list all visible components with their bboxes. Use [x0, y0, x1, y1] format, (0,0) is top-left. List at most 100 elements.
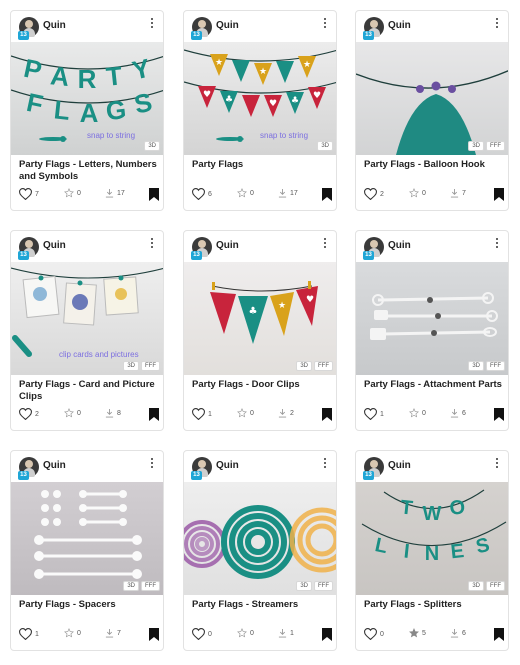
model-card[interactable]: 13 Quin 3D FFF clip cards and pictures Pa…: [10, 230, 164, 431]
svg-text:★: ★: [278, 301, 286, 311]
rating[interactable]: 0: [237, 188, 254, 198]
author-avatar[interactable]: 13: [18, 237, 39, 260]
rating[interactable]: 0: [64, 628, 81, 638]
format-badge: 3D: [296, 361, 312, 371]
thumbnail-caption: clip cards and pictures: [59, 350, 139, 359]
bookmark-icon[interactable]: [322, 628, 332, 641]
more-vertical-icon[interactable]: [492, 16, 502, 32]
like-button[interactable]: 0: [192, 628, 212, 640]
star-icon: [409, 188, 419, 198]
author-name[interactable]: Quin: [388, 20, 411, 31]
model-card[interactable]: 13 Quin TWOLINES 3D FFF Party Flags - Spl…: [355, 450, 509, 651]
bookmark-icon[interactable]: [322, 408, 332, 421]
author-name[interactable]: Quin: [388, 240, 411, 251]
model-title[interactable]: Party Flags - Door Clips: [192, 379, 332, 391]
like-button[interactable]: 2: [19, 408, 39, 420]
author-name[interactable]: Quin: [216, 20, 239, 31]
model-title[interactable]: Party Flags - Spacers: [19, 599, 159, 611]
heart-outline-icon: [192, 628, 205, 640]
author-avatar[interactable]: 13: [363, 17, 384, 40]
flag-letter: G: [104, 94, 127, 126]
model-card[interactable]: 13 Quin PARTYFLAGS 3D snap to string Par…: [10, 10, 164, 211]
author-avatar[interactable]: 13: [363, 237, 384, 260]
more-vertical-icon[interactable]: [147, 16, 157, 32]
heart-outline-icon: [19, 408, 32, 420]
author-name[interactable]: Quin: [43, 460, 66, 471]
more-vertical-icon[interactable]: [320, 456, 330, 472]
like-button[interactable]: 7: [19, 188, 39, 200]
model-title[interactable]: Party Flags - Attachment Parts: [364, 379, 504, 391]
like-button[interactable]: 1: [364, 408, 384, 420]
more-vertical-icon[interactable]: [147, 236, 157, 252]
rating[interactable]: 0: [237, 408, 254, 418]
card-stats: 2 0 8: [19, 408, 159, 422]
author-avatar[interactable]: 13: [18, 457, 39, 480]
author-avatar[interactable]: 13: [191, 17, 212, 40]
more-vertical-icon[interactable]: [147, 456, 157, 472]
rating[interactable]: 0: [409, 408, 426, 418]
author-avatar[interactable]: 13: [191, 237, 212, 260]
download-stat: 1: [278, 628, 294, 638]
download-stat: 6: [450, 408, 466, 418]
model-title[interactable]: Party Flags - Letters, Numbers and Symbo…: [19, 159, 159, 183]
rating[interactable]: 5: [409, 628, 426, 638]
model-thumbnail[interactable]: TWOLINES 3D FFF: [356, 482, 508, 595]
more-vertical-icon[interactable]: [492, 456, 502, 472]
author-name[interactable]: Quin: [216, 460, 239, 471]
model-thumbnail[interactable]: 3D FFF clip cards and pictures: [11, 262, 163, 375]
format-badge: FFF: [486, 581, 505, 591]
format-badge: 3D: [317, 141, 333, 151]
model-title[interactable]: Party Flags - Streamers: [192, 599, 332, 611]
like-button[interactable]: 0: [364, 628, 384, 640]
bookmark-icon[interactable]: [494, 188, 504, 201]
heart-outline-icon: [364, 628, 377, 640]
bookmark-icon[interactable]: [149, 408, 159, 421]
bookmark-icon[interactable]: [322, 188, 332, 201]
more-vertical-icon[interactable]: [492, 236, 502, 252]
model-card[interactable]: 13 Quin 3D FFF Party Flags - Balloon Hook…: [355, 10, 509, 211]
author-name[interactable]: Quin: [43, 20, 66, 31]
rating[interactable]: 0: [409, 188, 426, 198]
svg-text:♣: ♣: [225, 95, 233, 105]
author-avatar[interactable]: 13: [18, 17, 39, 40]
model-card[interactable]: 13 Quin 3D FFF Party Flags - Attachment P…: [355, 230, 509, 431]
model-thumbnail[interactable]: 3D FFF: [11, 482, 163, 595]
model-card[interactable]: 13 Quin 3D FFF Party Flags - Streamers 0 …: [183, 450, 337, 651]
rating[interactable]: 0: [64, 408, 81, 418]
model-thumbnail[interactable]: PARTYFLAGS 3D snap to string: [11, 42, 163, 155]
bookmark-icon[interactable]: [494, 408, 504, 421]
rating[interactable]: 0: [64, 188, 81, 198]
star-icon: [409, 408, 419, 418]
model-thumbnail[interactable]: ♣ ★ ♥ 3D FFF: [184, 262, 336, 375]
like-count: 2: [380, 190, 384, 198]
bookmark-icon[interactable]: [149, 628, 159, 641]
like-button[interactable]: 6: [192, 188, 212, 200]
like-button[interactable]: 2: [364, 188, 384, 200]
model-thumbnail[interactable]: ★ ★ ★ ♥ ♣ ♥ ♣ ♥ 3D snap to string: [184, 42, 336, 155]
like-button[interactable]: 1: [192, 408, 212, 420]
author-avatar[interactable]: 13: [191, 457, 212, 480]
author-name[interactable]: Quin: [43, 240, 66, 251]
author-name[interactable]: Quin: [216, 240, 239, 251]
model-title[interactable]: Party Flags - Card and Picture Clips: [19, 379, 159, 403]
thumbnail-image: [356, 262, 508, 375]
download-count: 6: [462, 409, 466, 417]
model-title[interactable]: Party Flags - Balloon Hook: [364, 159, 504, 171]
bookmark-icon[interactable]: [149, 188, 159, 201]
like-button[interactable]: 1: [19, 628, 39, 640]
rating[interactable]: 0: [237, 628, 254, 638]
model-thumbnail[interactable]: 3D FFF: [184, 482, 336, 595]
model-title[interactable]: Party Flags - Splitters: [364, 599, 504, 611]
model-card[interactable]: 13 Quin 3DFFF Party Flags - Spacers 1 0: [10, 450, 164, 651]
author-name[interactable]: Quin: [388, 460, 411, 471]
format-badges: 3D: [317, 141, 333, 151]
model-thumbnail[interactable]: 3D FFF: [356, 42, 508, 155]
bookmark-icon[interactable]: [494, 628, 504, 641]
more-vertical-icon[interactable]: [320, 16, 330, 32]
model-card[interactable]: 13 Quin ★ ★ ★ ♥ ♣ ♥ ♣ ♥ 3D snap to string Party…: [183, 10, 337, 211]
more-vertical-icon[interactable]: [320, 236, 330, 252]
author-avatar[interactable]: 13: [363, 457, 384, 480]
model-card[interactable]: 13 Quin ♣ ★ ♥ 3D FFF Party Flags - Door Cli…: [183, 230, 337, 431]
model-thumbnail[interactable]: 3D FFF: [356, 262, 508, 375]
model-title[interactable]: Party Flags: [192, 159, 332, 171]
